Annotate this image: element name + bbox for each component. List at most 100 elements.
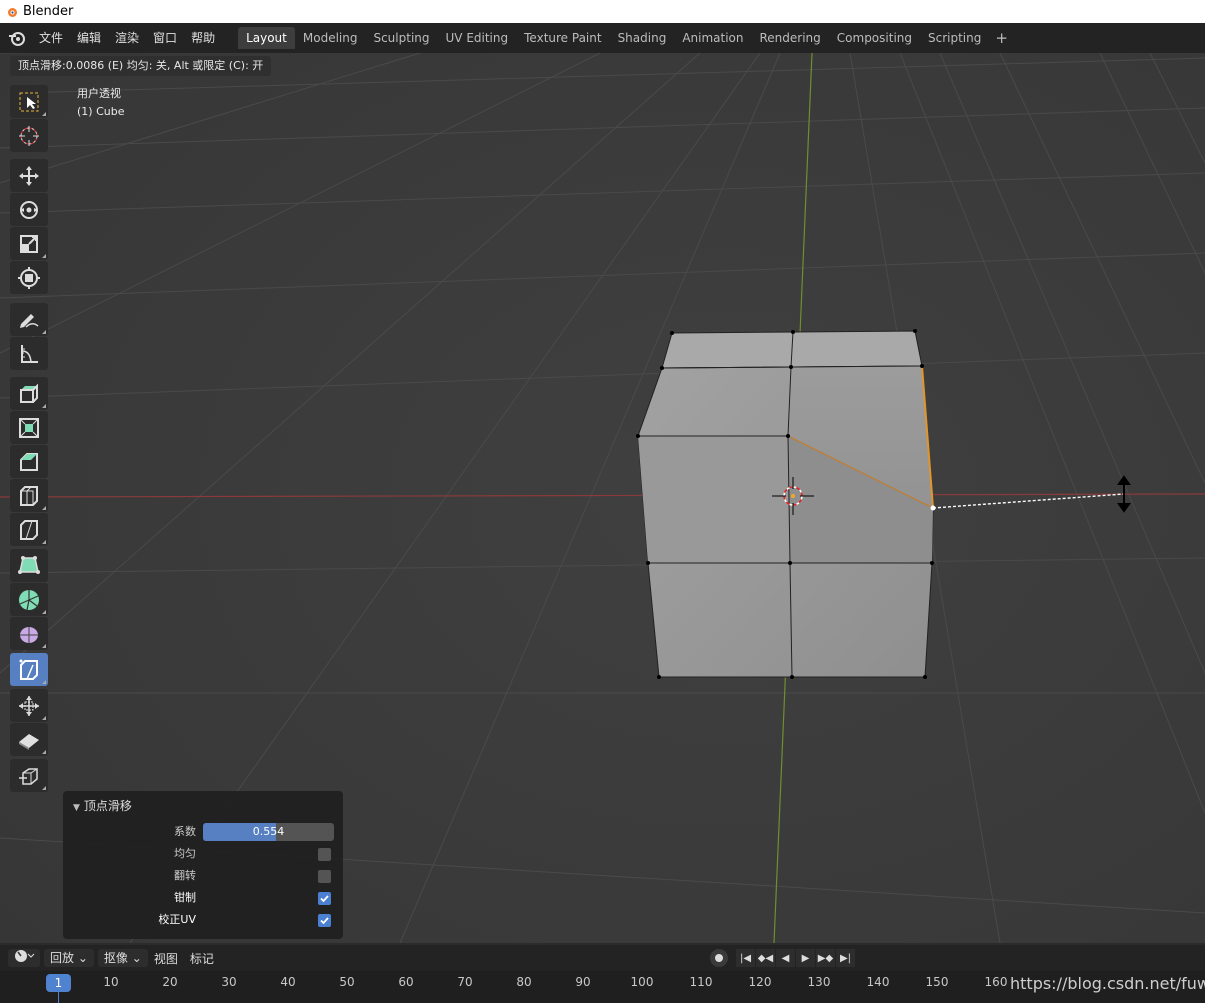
- option-label-clamp: 钳制: [174, 891, 196, 904]
- option-row: 均匀: [63, 845, 343, 865]
- top-bar: 文件 编辑 渲染 窗口 帮助 Layout Modeling Sculpting…: [0, 23, 1205, 53]
- factor-slider[interactable]: 0.554: [203, 823, 334, 841]
- annotate-icon: [20, 313, 39, 328]
- tab-compositing[interactable]: Compositing: [829, 27, 920, 49]
- spin-icon: [19, 589, 39, 610]
- tab-scripting[interactable]: Scripting: [920, 27, 989, 49]
- tool-inset-faces[interactable]: [10, 411, 48, 444]
- option-row: 校正UV: [63, 911, 343, 931]
- frame-label: 150: [925, 975, 949, 989]
- tool-extrude-region[interactable]: [10, 377, 48, 410]
- tool-cursor[interactable]: [10, 119, 48, 152]
- tab-sculpting[interactable]: Sculpting: [365, 27, 437, 49]
- view-menu[interactable]: 视图: [148, 950, 184, 967]
- keying-menu[interactable]: 抠像 ⌄: [97, 949, 148, 967]
- play-button[interactable]: ▶: [796, 949, 815, 967]
- poly-build-icon: [18, 555, 40, 574]
- workspace-tabs: Layout Modeling Sculpting UV Editing Tex…: [238, 27, 1014, 49]
- bevel-icon: [20, 452, 38, 471]
- frame-label: 60: [398, 975, 414, 989]
- menu-window[interactable]: 窗口: [146, 27, 184, 49]
- shrink-fatten-icon: [19, 695, 39, 716]
- checkbox-correct-uv[interactable]: [318, 914, 331, 927]
- frame-label: 160: [984, 975, 1008, 989]
- shear-icon: [19, 733, 39, 750]
- prev-keyframe-button[interactable]: ◆◀: [756, 949, 775, 967]
- checkbox-clamp[interactable]: [318, 892, 331, 905]
- window-titlebar: Blender: [0, 0, 1205, 23]
- loop-cut-icon: [20, 485, 38, 506]
- frame-label: 100: [630, 975, 654, 989]
- checkbox-flip[interactable]: [318, 870, 331, 883]
- tab-uv-editing[interactable]: UV Editing: [438, 27, 517, 49]
- next-keyframe-icon: ▶◆: [817, 952, 834, 964]
- tool-measure[interactable]: [10, 337, 48, 370]
- tab-shading[interactable]: Shading: [610, 27, 675, 49]
- tool-poly-build[interactable]: [10, 549, 48, 582]
- tab-rendering[interactable]: Rendering: [752, 27, 829, 49]
- frame-label: 140: [866, 975, 890, 989]
- next-keyframe-button[interactable]: ▶◆: [816, 949, 835, 967]
- operator-panel-header[interactable]: ▼ 顶点滑移: [73, 797, 132, 814]
- record-button[interactable]: [710, 949, 728, 967]
- option-label-flip: 翻转: [174, 869, 196, 882]
- operator-title: 顶点滑移: [83, 799, 132, 813]
- tool-move[interactable]: [10, 159, 48, 192]
- tool-annotate[interactable]: [10, 303, 48, 336]
- frame-label: 20: [162, 975, 178, 989]
- factor-row: 系数 0.554: [63, 823, 343, 843]
- operator-status-text: 顶点滑移:0.0086 (E) 均匀: 关, Alt 或限定 (C): 开: [10, 56, 272, 76]
- menu-help[interactable]: 帮助: [184, 27, 222, 49]
- 3d-viewport[interactable]: 顶点滑移:0.0086 (E) 均匀: 关, Alt 或限定 (C): 开 用户…: [0, 53, 1205, 943]
- blender-logo-icon: [8, 7, 17, 17]
- tool-spin[interactable]: [10, 583, 48, 616]
- menu-file[interactable]: 文件: [32, 27, 70, 49]
- add-workspace-button[interactable]: +: [989, 27, 1014, 49]
- jump-end-button[interactable]: ▶|: [836, 949, 855, 967]
- jump-end-icon: ▶|: [839, 952, 852, 964]
- tab-texture-paint[interactable]: Texture Paint: [516, 27, 609, 49]
- tool-transform[interactable]: [10, 261, 48, 294]
- editor-type-button[interactable]: [8, 949, 40, 967]
- chevron-down-icon: ⌄: [77, 951, 88, 965]
- menu-render[interactable]: 渲染: [108, 27, 146, 49]
- playback-menu[interactable]: 回放 ⌄: [44, 949, 94, 967]
- play-reverse-button[interactable]: ◀: [776, 949, 795, 967]
- menu-edit[interactable]: 编辑: [70, 27, 108, 49]
- tab-modeling[interactable]: Modeling: [295, 27, 366, 49]
- playback-controls: |◀ ◆◀ ◀ ▶ ▶◆ ▶|: [710, 949, 856, 967]
- cube-mesh[interactable]: [636, 329, 936, 679]
- marker-menu[interactable]: 标记: [184, 950, 220, 967]
- blender-menu-icon[interactable]: [6, 27, 28, 49]
- option-row: 翻转: [63, 867, 343, 887]
- tool-smooth[interactable]: [10, 617, 48, 650]
- tool-rotate[interactable]: [10, 193, 48, 226]
- tool-rip-region[interactable]: [10, 759, 48, 792]
- extrude-region-icon: [20, 383, 38, 403]
- frame-label: 70: [457, 975, 473, 989]
- move-icon: [19, 165, 39, 186]
- frame-label: 90: [575, 975, 591, 989]
- current-frame-indicator[interactable]: 1: [46, 974, 71, 992]
- cursor-icon: [19, 125, 39, 146]
- tool-knife[interactable]: [10, 513, 48, 546]
- play-icon: ▶: [801, 952, 810, 964]
- tool-shrink-fatten[interactable]: [10, 689, 48, 722]
- tool-loop-cut[interactable]: [10, 479, 48, 512]
- checkmark-icon: [320, 895, 329, 903]
- chevron-down-icon: ⌄: [131, 951, 142, 965]
- tool-scale[interactable]: [10, 227, 48, 260]
- operator-panel[interactable]: ▼ 顶点滑移 系数 0.554 均匀 翻转 钳制 校正UV: [63, 791, 343, 939]
- transform-icon: [18, 266, 40, 289]
- tool-edge-slide[interactable]: [10, 653, 48, 686]
- tab-animation[interactable]: Animation: [674, 27, 751, 49]
- tab-layout[interactable]: Layout: [238, 27, 295, 49]
- tool-select-box[interactable]: [10, 85, 48, 118]
- rip-region-icon: [19, 767, 38, 785]
- tool-bevel[interactable]: [10, 445, 48, 478]
- option-label-even: 均匀: [174, 847, 196, 860]
- timeline-ruler[interactable]: 1 10 20 30 40 50 60 70 80 90 100 110 120…: [0, 971, 1205, 1003]
- jump-start-button[interactable]: |◀: [736, 949, 755, 967]
- checkbox-even[interactable]: [318, 848, 331, 861]
- tool-shear[interactable]: [10, 723, 48, 756]
